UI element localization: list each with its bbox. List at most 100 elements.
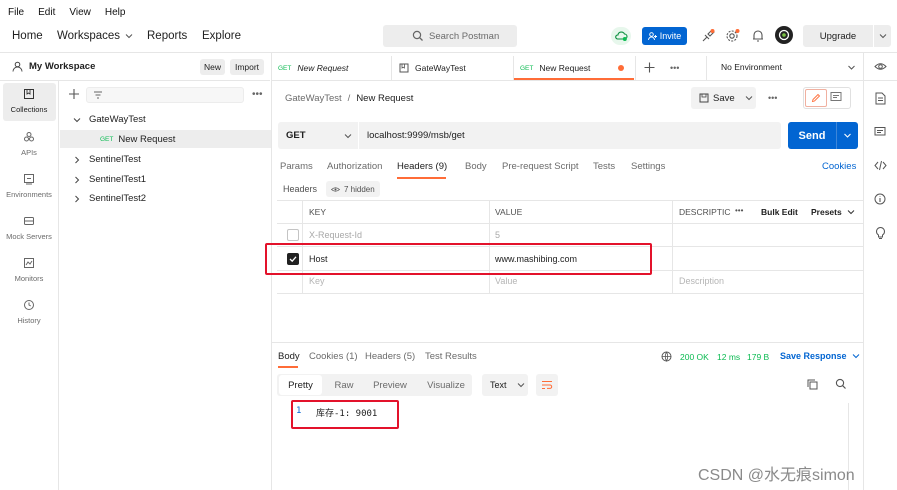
code-icon[interactable] <box>874 160 887 171</box>
menu-help[interactable]: Help <box>105 7 126 18</box>
column-options-icon[interactable]: ••• <box>735 206 743 215</box>
request-options-icon[interactable]: ••• <box>768 93 777 103</box>
save-button[interactable]: Save <box>691 87 756 109</box>
chevron-down-icon[interactable] <box>847 63 856 72</box>
sidebar-item-mock-servers[interactable]: Mock Servers <box>0 215 58 241</box>
add-collection-button[interactable] <box>68 88 80 100</box>
menu-file[interactable]: File <box>8 7 24 18</box>
nav-workspaces-label: Workspaces <box>57 30 121 42</box>
search-icon[interactable] <box>835 378 847 390</box>
tab-settings[interactable]: Settings <box>631 161 665 172</box>
breadcrumb-parent[interactable]: GateWayTest <box>285 93 342 104</box>
header-value[interactable]: 5 <box>495 230 500 240</box>
collection-sentineltest2[interactable]: SentinelTest2 <box>73 193 146 204</box>
invite-button[interactable]: Invite <box>642 27 687 45</box>
iconbar-divider <box>58 80 59 490</box>
tab-headers[interactable]: Headers (9) <box>397 161 447 172</box>
tab-new-request-active[interactable]: GET New Request <box>520 56 590 80</box>
url-input[interactable]: localhost:9999/msb/get <box>367 130 465 141</box>
response-tab-cookies[interactable]: Cookies (1) <box>309 351 358 362</box>
tab-tests[interactable]: Tests <box>593 161 615 172</box>
satellite-button[interactable] <box>700 28 716 44</box>
tab-body[interactable]: Body <box>465 161 487 172</box>
send-button[interactable]: Send <box>788 122 858 149</box>
bulk-edit-button[interactable]: Bulk Edit <box>761 207 798 217</box>
collection-filter-input[interactable] <box>86 87 244 103</box>
upgrade-label: Upgrade <box>819 30 857 42</box>
tab-params[interactable]: Params <box>280 161 313 172</box>
notifications-button[interactable] <box>751 29 765 43</box>
sync-status-button[interactable] <box>611 27 631 45</box>
settings-button[interactable] <box>725 28 741 44</box>
response-tab-body[interactable]: Body <box>278 351 300 362</box>
presets-dropdown[interactable]: Presets <box>811 207 855 217</box>
globe-icon[interactable] <box>661 351 672 362</box>
upgrade-button[interactable]: Upgrade <box>803 25 891 47</box>
highlight-box-response <box>291 400 399 429</box>
response-time[interactable]: 12 ms <box>717 352 740 362</box>
sidebar-item-history[interactable]: History <box>0 299 58 325</box>
breadcrumb-current[interactable]: New Request <box>356 93 413 104</box>
response-tab-test-results[interactable]: Test Results <box>425 351 477 362</box>
info-icon[interactable] <box>874 193 886 205</box>
tab-gatewaytest[interactable]: GateWayTest <box>399 56 466 80</box>
comment-mode-button[interactable] <box>830 91 842 103</box>
status-code[interactable]: 200 OK <box>680 352 709 362</box>
sidebar-item-collections[interactable]: Collections <box>0 88 58 114</box>
new-key-input[interactable]: Key <box>309 276 325 286</box>
view-preview[interactable]: Preview <box>367 375 413 395</box>
eye-icon[interactable] <box>874 61 887 72</box>
sidebar-item-monitors[interactable]: Monitors <box>0 257 58 283</box>
view-visualize[interactable]: Visualize <box>420 375 472 395</box>
wrap-icon <box>542 381 553 389</box>
cookies-link[interactable]: Cookies <box>822 161 856 172</box>
format-select[interactable]: Text <box>482 374 528 396</box>
wrap-lines-button[interactable] <box>536 374 558 396</box>
chevron-down-icon[interactable] <box>344 132 352 140</box>
menu-view[interactable]: View <box>69 7 91 18</box>
edit-mode-button[interactable] <box>805 89 827 107</box>
lightbulb-icon[interactable] <box>875 226 886 239</box>
new-tab-button[interactable] <box>644 62 655 73</box>
view-raw[interactable]: Raw <box>325 375 363 395</box>
environment-selector[interactable]: No Environment <box>721 62 782 72</box>
tab-new-request-1[interactable]: GET New Request <box>278 56 348 80</box>
hidden-headers-toggle[interactable]: 7 hidden <box>326 181 380 197</box>
nav-reports[interactable]: Reports <box>147 30 187 42</box>
header-key[interactable]: X-Request-Id <box>309 230 362 240</box>
col-value: VALUE <box>495 207 523 217</box>
nav-workspaces[interactable]: Workspaces <box>57 30 133 42</box>
nav-explore[interactable]: Explore <box>202 30 241 42</box>
workspace-title[interactable]: My Workspace <box>12 61 95 72</box>
view-toggle <box>803 87 851 109</box>
tab-options-icon[interactable]: ••• <box>670 63 679 73</box>
new-button[interactable]: New <box>200 59 225 75</box>
documentation-icon[interactable] <box>875 92 886 105</box>
request-new-request[interactable]: GET New Request <box>100 134 175 145</box>
tab-pre-request-script[interactable]: Pre-request Script <box>502 161 579 172</box>
new-value-input[interactable]: Value <box>495 276 517 286</box>
tab-authorization[interactable]: Authorization <box>327 161 382 172</box>
method-select[interactable]: GET <box>286 130 344 141</box>
row-checkbox-unchecked[interactable] <box>287 229 299 241</box>
menu-edit[interactable]: Edit <box>38 7 55 18</box>
sidebar-item-environments[interactable]: Environments <box>0 173 58 199</box>
collection-sentineltest[interactable]: SentinelTest <box>73 154 141 165</box>
response-size[interactable]: 179 B <box>747 352 769 362</box>
comments-icon[interactable] <box>874 126 886 138</box>
table-top-border <box>277 200 863 201</box>
view-pretty[interactable]: Pretty <box>279 375 322 395</box>
sidebar-item-apis[interactable]: APIs <box>0 131 58 157</box>
save-response-dropdown[interactable]: Save Response <box>780 351 860 361</box>
search-input[interactable]: Search Postman <box>383 25 517 47</box>
response-tab-headers[interactable]: Headers (5) <box>365 351 415 362</box>
new-description-input[interactable]: Description <box>679 276 724 286</box>
collection-sentineltest1[interactable]: SentinelTest1 <box>73 174 146 185</box>
nav-home[interactable]: Home <box>12 30 43 42</box>
collection-gatewaytest[interactable]: GateWayTest <box>73 114 146 125</box>
tabs-divider <box>271 80 897 81</box>
copy-icon[interactable] <box>807 379 818 390</box>
import-button[interactable]: Import <box>230 59 264 75</box>
more-options-icon[interactable]: ••• <box>252 89 263 100</box>
avatar[interactable] <box>775 26 793 44</box>
